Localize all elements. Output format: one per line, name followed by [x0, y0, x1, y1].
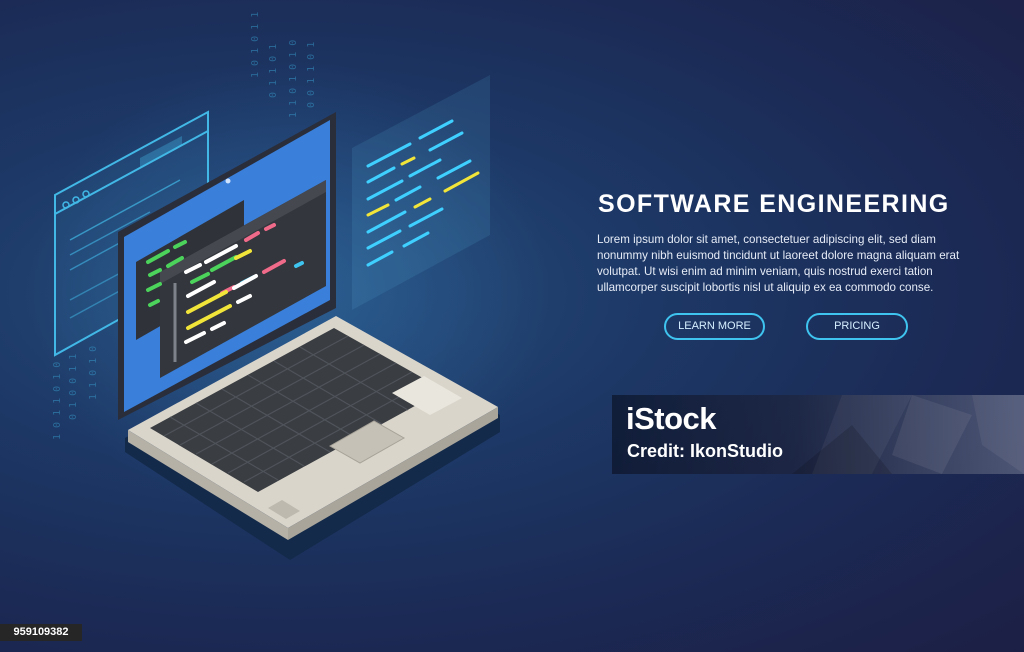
- svg-text:1 0 1 0 1 1: 1 0 1 0 1 1: [250, 12, 261, 78]
- svg-text:0 1 0 0 1 1: 0 1 0 0 1 1: [68, 354, 79, 420]
- svg-text:1 1 0 1 0: 1 1 0 1 0: [88, 346, 99, 400]
- watermark-credit: Credit: IkonStudio: [627, 441, 783, 461]
- watermark-banner: iStock Credit: IkonStudio: [612, 395, 1024, 474]
- page-title: SOFTWARE ENGINEERING: [598, 190, 950, 218]
- svg-text:0 1 1 0 1: 0 1 1 0 1: [268, 44, 279, 98]
- watermark-logo: iStock: [626, 401, 717, 436]
- image-id-label: 959109382: [0, 624, 82, 641]
- pricing-button[interactable]: PRICING: [806, 313, 908, 340]
- learn-more-button[interactable]: LEARN MORE: [664, 313, 765, 340]
- svg-text:0 0 1 1 0 1: 0 0 1 1 0 1: [306, 42, 317, 108]
- svg-text:1 0 1 1 0 1 0: 1 0 1 1 0 1 0: [52, 362, 63, 440]
- hero-description: Lorem ipsum dolor sit amet, consectetuer…: [597, 233, 960, 294]
- svg-text:1 1 0 1 0 1 0: 1 1 0 1 0 1 0: [288, 40, 299, 118]
